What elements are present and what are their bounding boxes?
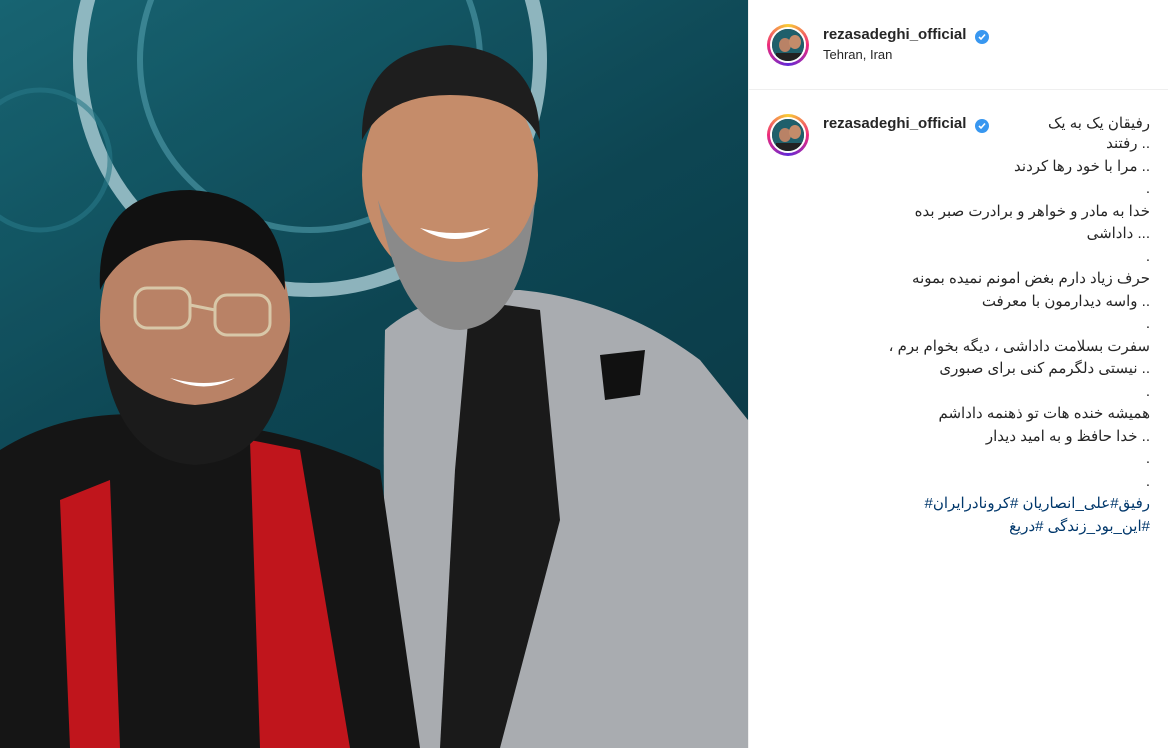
pocket-square xyxy=(600,350,645,400)
hashtags: رفیق#علی_انصاریان #کرونادرایران# #این_بو… xyxy=(823,493,1150,538)
caption-line: سفرت بسلامت داداشی ، دیگه بخوام برم ، xyxy=(888,337,1150,355)
avatar[interactable] xyxy=(767,23,809,66)
caption-avatar[interactable] xyxy=(767,114,809,156)
caption-line: . xyxy=(1145,180,1150,197)
red-scarf-left xyxy=(60,480,120,748)
location-link[interactable]: Tehran, Iran xyxy=(823,45,989,65)
caption-line: .. رفتند xyxy=(1106,135,1150,152)
caption-line: . xyxy=(1145,382,1150,400)
caption-body: rezasadeghi_official رفیقان یک به یک .. … xyxy=(823,114,1150,538)
caption-header: rezasadeghi_official رفیقان یک به یک xyxy=(823,114,1150,133)
caption-line: . xyxy=(1145,450,1150,467)
hashtag-link[interactable]: رفیق#علی_انصاریان #کرونادرایران# xyxy=(925,495,1150,512)
caption-lines: .. رفتند .. مرا با خود رها کردند . خدا ب… xyxy=(823,133,1150,493)
hashtag-link[interactable]: #این_بود_زندگی #دریغ xyxy=(1009,518,1150,535)
caption-line: . xyxy=(1145,315,1150,332)
caption-username-link[interactable]: rezasadeghi_official xyxy=(823,115,966,132)
grey-jacket xyxy=(383,290,748,748)
caption-line: .. خدا حافظ و به امید دیدار xyxy=(985,427,1150,445)
post-photo[interactable] xyxy=(0,0,748,748)
caption-line: .. واسه دیدارمون با معرفت xyxy=(981,292,1150,310)
caption-first-line: رفیقان یک به یک xyxy=(1047,115,1150,132)
avatar-image xyxy=(770,26,806,63)
caption-line: همیشه خنده هات تو ذهنمه داداشم xyxy=(938,405,1150,422)
caption-avatar-image xyxy=(770,117,806,153)
instagram-post: rezasadeghi_official Tehran, Iran rezasa… xyxy=(0,0,1168,748)
verified-badge-icon xyxy=(974,29,989,44)
caption-line: .. نیستی دلگرمم کنی برای صبوری xyxy=(939,360,1150,377)
caption-line: خدا به مادر و خواهر و برادرت صبر بده xyxy=(914,202,1150,220)
verified-badge-icon xyxy=(974,119,989,133)
caption-block: rezasadeghi_official رفیقان یک به یک .. … xyxy=(749,90,1168,538)
header-text: rezasadeghi_official Tehran, Iran xyxy=(823,25,989,65)
caption-line: . xyxy=(1145,472,1150,490)
avatar-photo-icon xyxy=(772,119,804,151)
caption-line: . xyxy=(1145,247,1150,265)
post-sidebar: rezasadeghi_official Tehran, Iran rezasa… xyxy=(748,0,1168,748)
caption-line: حرف زیاد دارم بغض امونم نمیده بمونه xyxy=(912,270,1150,287)
username-link[interactable]: rezasadeghi_official xyxy=(823,26,966,43)
avatar-photo-icon xyxy=(772,28,804,61)
black-jacket xyxy=(0,414,420,748)
caption-line: .. مرا با خود رها کردند xyxy=(1014,157,1150,175)
photo-illustration xyxy=(0,0,748,748)
caption-line: ... داداشی xyxy=(1086,225,1150,242)
post-header: rezasadeghi_official Tehran, Iran xyxy=(749,0,1168,90)
